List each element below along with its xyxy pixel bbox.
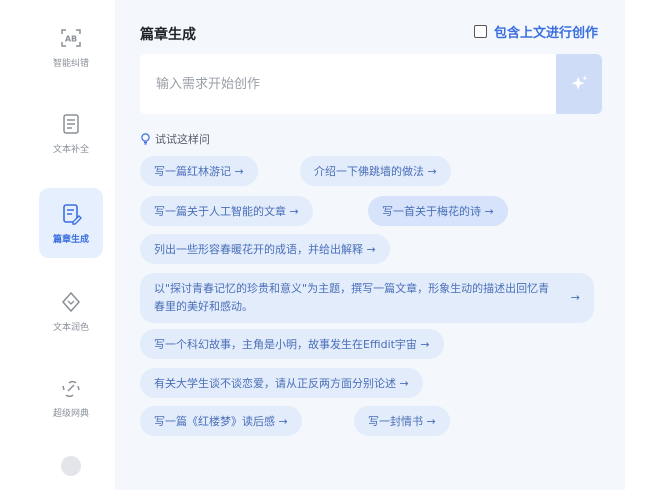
generation-panel: 篇章生成 包含上文进行创作 试试这样问 写一篇红林游记 → 介绍一下佛跳墙的做法… bbox=[115, 0, 625, 490]
svg-text:AB: AB bbox=[65, 34, 77, 43]
sidebar-item-label: 篇章生成 bbox=[52, 234, 89, 245]
sidebar-item-dictionary[interactable]: 超级网典 bbox=[39, 362, 103, 432]
suggestion-chip[interactable]: 写一首关于梅花的诗 → bbox=[368, 196, 508, 226]
diamond-icon bbox=[61, 291, 81, 312]
suggestion-chip[interactable]: 以"探讨青春记忆的珍贵和意义"为主题，撰写一篇文章，形象生动的描述出回忆青春里的… bbox=[140, 273, 594, 323]
page-title: 篇章生成 bbox=[140, 27, 196, 43]
sidebar-item-polish[interactable]: 文本润色 bbox=[39, 276, 103, 346]
sidebar: AB 智能纠错 文本补全 篇章生成 文本润色 超级网典 bbox=[27, 0, 115, 490]
sidebar-item-label: 智能纠错 bbox=[52, 58, 89, 69]
more-options-icon[interactable] bbox=[61, 456, 81, 476]
suggestion-chip[interactable]: 写一篇关于人工智能的文章 → bbox=[140, 196, 313, 226]
prompt-input[interactable] bbox=[140, 54, 556, 114]
sidebar-item-correction[interactable]: AB 智能纠错 bbox=[39, 12, 103, 82]
sparkle-icon bbox=[571, 75, 588, 90]
sidebar-item-label: 文本润色 bbox=[52, 322, 89, 333]
sidebar-item-completion[interactable]: 文本补全 bbox=[39, 98, 103, 168]
suggestion-chip[interactable]: 介绍一下佛跳墙的做法 → bbox=[300, 156, 451, 186]
sidebar-item-label: 文本补全 bbox=[52, 144, 89, 155]
prompt-input-box bbox=[140, 54, 602, 114]
include-context-label: 包含上文进行创作 bbox=[493, 26, 598, 41]
suggestion-chip-text: 以"探讨青春记忆的珍贵和意义"为主题，撰写一篇文章，形象生动的描述出回忆青春里的… bbox=[154, 282, 550, 313]
hint-label: 试试这样问 bbox=[155, 133, 210, 146]
include-context-toggle[interactable]: 包含上文进行创作 bbox=[473, 22, 598, 41]
link-icon bbox=[62, 380, 80, 397]
hint: 试试这样问 bbox=[140, 131, 210, 147]
suggestion-chip[interactable]: 写一封情书 → bbox=[354, 406, 450, 436]
sidebar-item-label: 超级网典 bbox=[52, 408, 89, 419]
include-context-checkbox[interactable] bbox=[473, 25, 487, 38]
suggestion-chip[interactable]: 列出一些形容春暖花开的成语，并给出解释 → bbox=[140, 234, 390, 264]
sidebar-item-generation[interactable]: 篇章生成 bbox=[39, 188, 103, 258]
ab-scan-icon: AB bbox=[61, 28, 81, 47]
arrow-right-icon: → bbox=[570, 291, 580, 304]
generate-button[interactable] bbox=[556, 54, 602, 114]
app-window: AB 智能纠错 文本补全 篇章生成 文本润色 超级网典 篇章生成 包含上文进行创… bbox=[27, 0, 625, 490]
suggestion-chip[interactable]: 写一个科幻故事，主角是小明，故事发生在Effidit宇宙 → bbox=[140, 329, 444, 359]
suggestion-chip[interactable]: 写一篇《红楼梦》读后感 → bbox=[140, 406, 302, 436]
suggestion-chip[interactable]: 有关大学生谈不谈恋爱，请从正反两方面分别论述 → bbox=[140, 368, 423, 398]
suggestion-chip[interactable]: 写一篇红林游记 → bbox=[140, 156, 258, 186]
document-icon bbox=[63, 113, 79, 134]
document-edit-icon bbox=[63, 203, 82, 225]
lightbulb-icon bbox=[141, 133, 150, 145]
